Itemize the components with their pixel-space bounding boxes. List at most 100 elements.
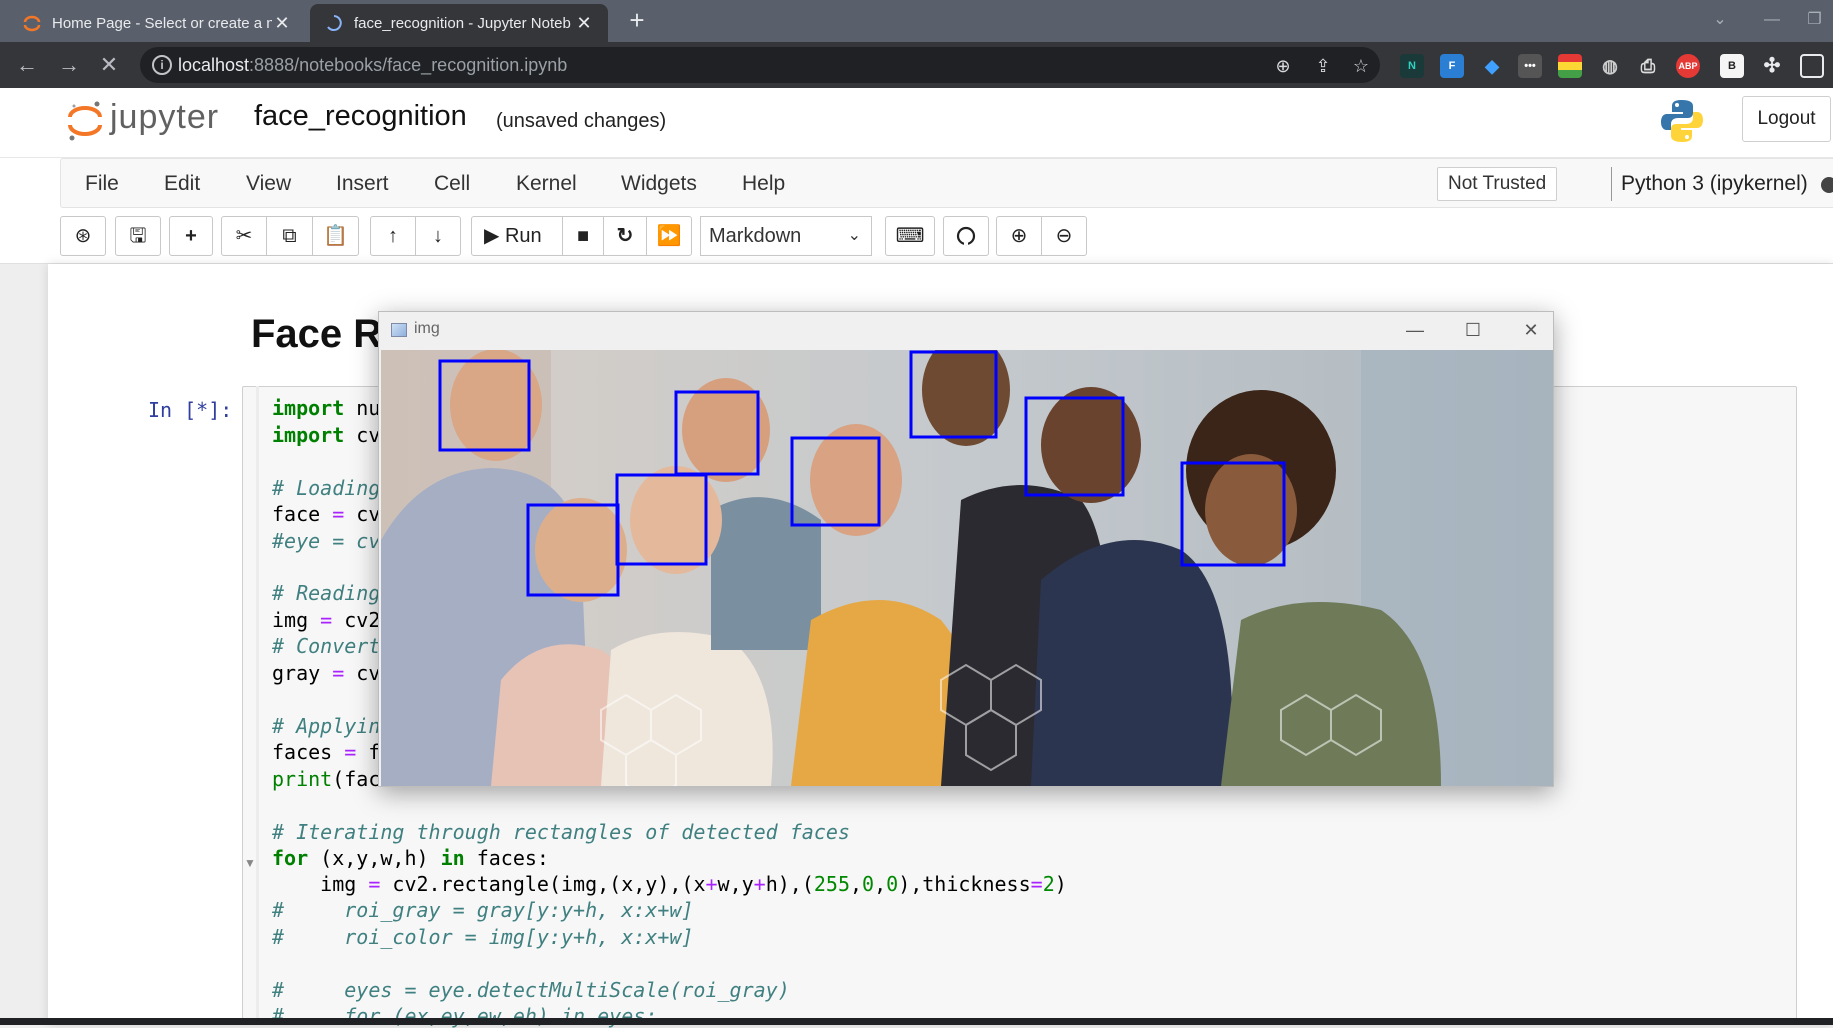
kernel-separator — [1611, 167, 1612, 201]
close-tab-icon[interactable]: ✕ — [574, 13, 594, 34]
paste-icon: 📋 — [323, 225, 348, 247]
zoom-in-button[interactable]: ⊕ — [996, 216, 1042, 256]
fold-arrow-icon[interactable]: ▼ — [244, 856, 256, 870]
menu-widgets[interactable]: Widgets — [621, 172, 697, 196]
zoom-in-icon: ⊕ — [1010, 225, 1028, 247]
plus-icon: + — [185, 225, 197, 247]
window-title: img — [414, 320, 440, 337]
url-text[interactable]: localhost:8888/notebooks/face_recognitio… — [178, 55, 567, 76]
back-icon[interactable]: ← — [12, 50, 42, 80]
side-panel-icon[interactable] — [1800, 54, 1824, 78]
run-button[interactable]: ▶ Run — [471, 216, 563, 256]
tab-search-icon[interactable]: ⌄ — [1700, 6, 1740, 34]
zoom-out-button[interactable]: ⊖ — [1041, 216, 1087, 256]
save-status: (unsaved changes) — [496, 110, 667, 132]
not-trusted-button[interactable]: Not Trusted — [1437, 167, 1558, 201]
adblock-icon[interactable]: ABP — [1676, 54, 1700, 78]
restart-run-all-button[interactable]: ⏩ — [646, 216, 692, 256]
new-tab-button[interactable]: + — [622, 6, 652, 36]
window-close-icon[interactable]: ✕ — [1511, 316, 1551, 344]
jupyter-logo-icon[interactable] — [66, 98, 104, 142]
menubar-container: File Edit View Insert Cell Kernel Widget… — [0, 158, 1833, 210]
browser-tab-bar: Home Page - Select or create a n ✕ face_… — [0, 0, 1833, 42]
extension-globe-icon[interactable]: ◍ — [1598, 54, 1622, 78]
stop-loading-icon[interactable]: ✕ — [94, 50, 124, 80]
code-line: gray = cv — [272, 661, 381, 685]
extension-n-icon[interactable]: N — [1400, 54, 1424, 78]
jupyter-header: jupyter face_recognition (unsaved change… — [0, 88, 1833, 158]
cell-type-select[interactable]: Markdown ⌄ — [700, 216, 872, 256]
notebook-name[interactable]: face_recognition — [254, 100, 467, 133]
code-line: img = cv2 — [272, 608, 381, 632]
extension-print-icon[interactable]: ⎙ — [1636, 54, 1660, 78]
code-keyword: import — [272, 423, 345, 447]
share-icon[interactable]: ⇪ — [1310, 53, 1336, 79]
jupyter-logo-text[interactable]: jupyter — [110, 98, 219, 137]
keyboard-shortcuts-button[interactable]: ⌨ — [885, 216, 935, 256]
menu-file[interactable]: File — [85, 172, 119, 196]
cut-button[interactable]: ✂ — [221, 216, 267, 256]
tab-home-page[interactable]: Home Page - Select or create a n ✕ — [8, 4, 306, 42]
menu-edit[interactable]: Edit — [164, 172, 200, 196]
address-bar[interactable]: i localhost:8888/notebooks/face_recognit… — [140, 47, 1380, 83]
restart-icon: ↻ — [616, 225, 634, 247]
code-comment: # roi_color = img[y:y+h, x:x+w] — [272, 925, 694, 949]
close-tab-icon[interactable]: ✕ — [272, 13, 292, 34]
browser-nav-bar: ← → ✕ i localhost:8888/notebooks/face_re… — [0, 42, 1833, 88]
paste-button[interactable]: 📋 — [312, 216, 359, 256]
forward-icon[interactable]: → — [54, 50, 84, 80]
code-comment: # Convert — [272, 634, 381, 658]
menu-help[interactable]: Help — [742, 172, 785, 196]
menu-insert[interactable]: Insert — [336, 172, 389, 196]
extensions-puzzle-icon[interactable]: ✣ — [1760, 54, 1784, 78]
github-button[interactable] — [943, 216, 989, 256]
extension-dots-icon[interactable]: ••• — [1518, 54, 1542, 78]
extension-b-icon[interactable]: B — [1720, 54, 1744, 78]
code-cell-gutter — [256, 386, 259, 1025]
move-down-button[interactable]: ↓ — [415, 216, 461, 256]
cell-type-value: Markdown — [709, 225, 802, 247]
zoom-out-icon: ⊖ — [1055, 225, 1073, 247]
face-detection-image — [381, 350, 1553, 786]
window-maximize-icon[interactable]: ☐ — [1453, 316, 1493, 344]
restart-button[interactable]: ↻ — [603, 216, 647, 256]
opencv-image-window[interactable]: img — ☐ ✕ — [378, 311, 1554, 787]
insert-cell-button[interactable]: + — [169, 216, 213, 256]
run-label: Run — [504, 225, 542, 247]
fast-forward-icon: ⏩ — [656, 225, 682, 247]
extension-diamond-icon[interactable]: ◆ — [1480, 54, 1504, 78]
restore-icon[interactable]: ❐ — [1796, 6, 1833, 34]
copy-button[interactable]: ⧉ — [266, 216, 313, 256]
loading-spinner-icon — [327, 15, 342, 31]
save-button[interactable]: 🖫 — [115, 216, 161, 256]
code-line: face = cv — [272, 502, 381, 526]
code-comment: # Loading — [272, 476, 381, 500]
menu-kernel[interactable]: Kernel — [516, 172, 577, 196]
zoom-icon[interactable]: ⊕ — [1270, 53, 1296, 79]
interrupt-button[interactable]: ■ — [562, 216, 604, 256]
menu-view[interactable]: View — [246, 172, 291, 196]
code-comment: # Applyin — [272, 714, 381, 738]
move-up-button[interactable]: ↑ — [370, 216, 416, 256]
python-logo-icon — [1661, 100, 1703, 142]
extension-color-icon[interactable] — [1558, 54, 1582, 78]
extension-f-icon[interactable]: F — [1440, 54, 1464, 78]
bookmark-star-icon[interactable]: ☆ — [1348, 53, 1374, 79]
github-icon — [956, 226, 976, 246]
menu-cell[interactable]: Cell — [434, 172, 470, 196]
window-minimize-icon[interactable]: — — [1395, 316, 1435, 344]
code-line: import cv — [272, 423, 381, 447]
minimize-icon[interactable]: — — [1752, 6, 1792, 34]
kernel-busy-indicator — [1821, 177, 1833, 193]
code-line: import nu — [272, 396, 381, 420]
tab-face-recognition[interactable]: face_recognition - Jupyter Noteb ✕ — [310, 4, 608, 42]
command-palette-button[interactable]: ⊛ — [60, 216, 106, 256]
save-icon: 🖫 — [129, 225, 147, 247]
kernel-name[interactable]: Python 3 (ipykernel) — [1621, 172, 1808, 196]
logout-button[interactable]: Logout — [1742, 96, 1831, 142]
tab-title: Home Page - Select or create a n — [52, 14, 272, 32]
tab-title: face_recognition - Jupyter Noteb — [354, 14, 571, 32]
code-comment: # Reading — [272, 581, 381, 605]
site-info-icon[interactable]: i — [152, 55, 172, 75]
markdown-heading[interactable]: Face R — [251, 312, 382, 357]
